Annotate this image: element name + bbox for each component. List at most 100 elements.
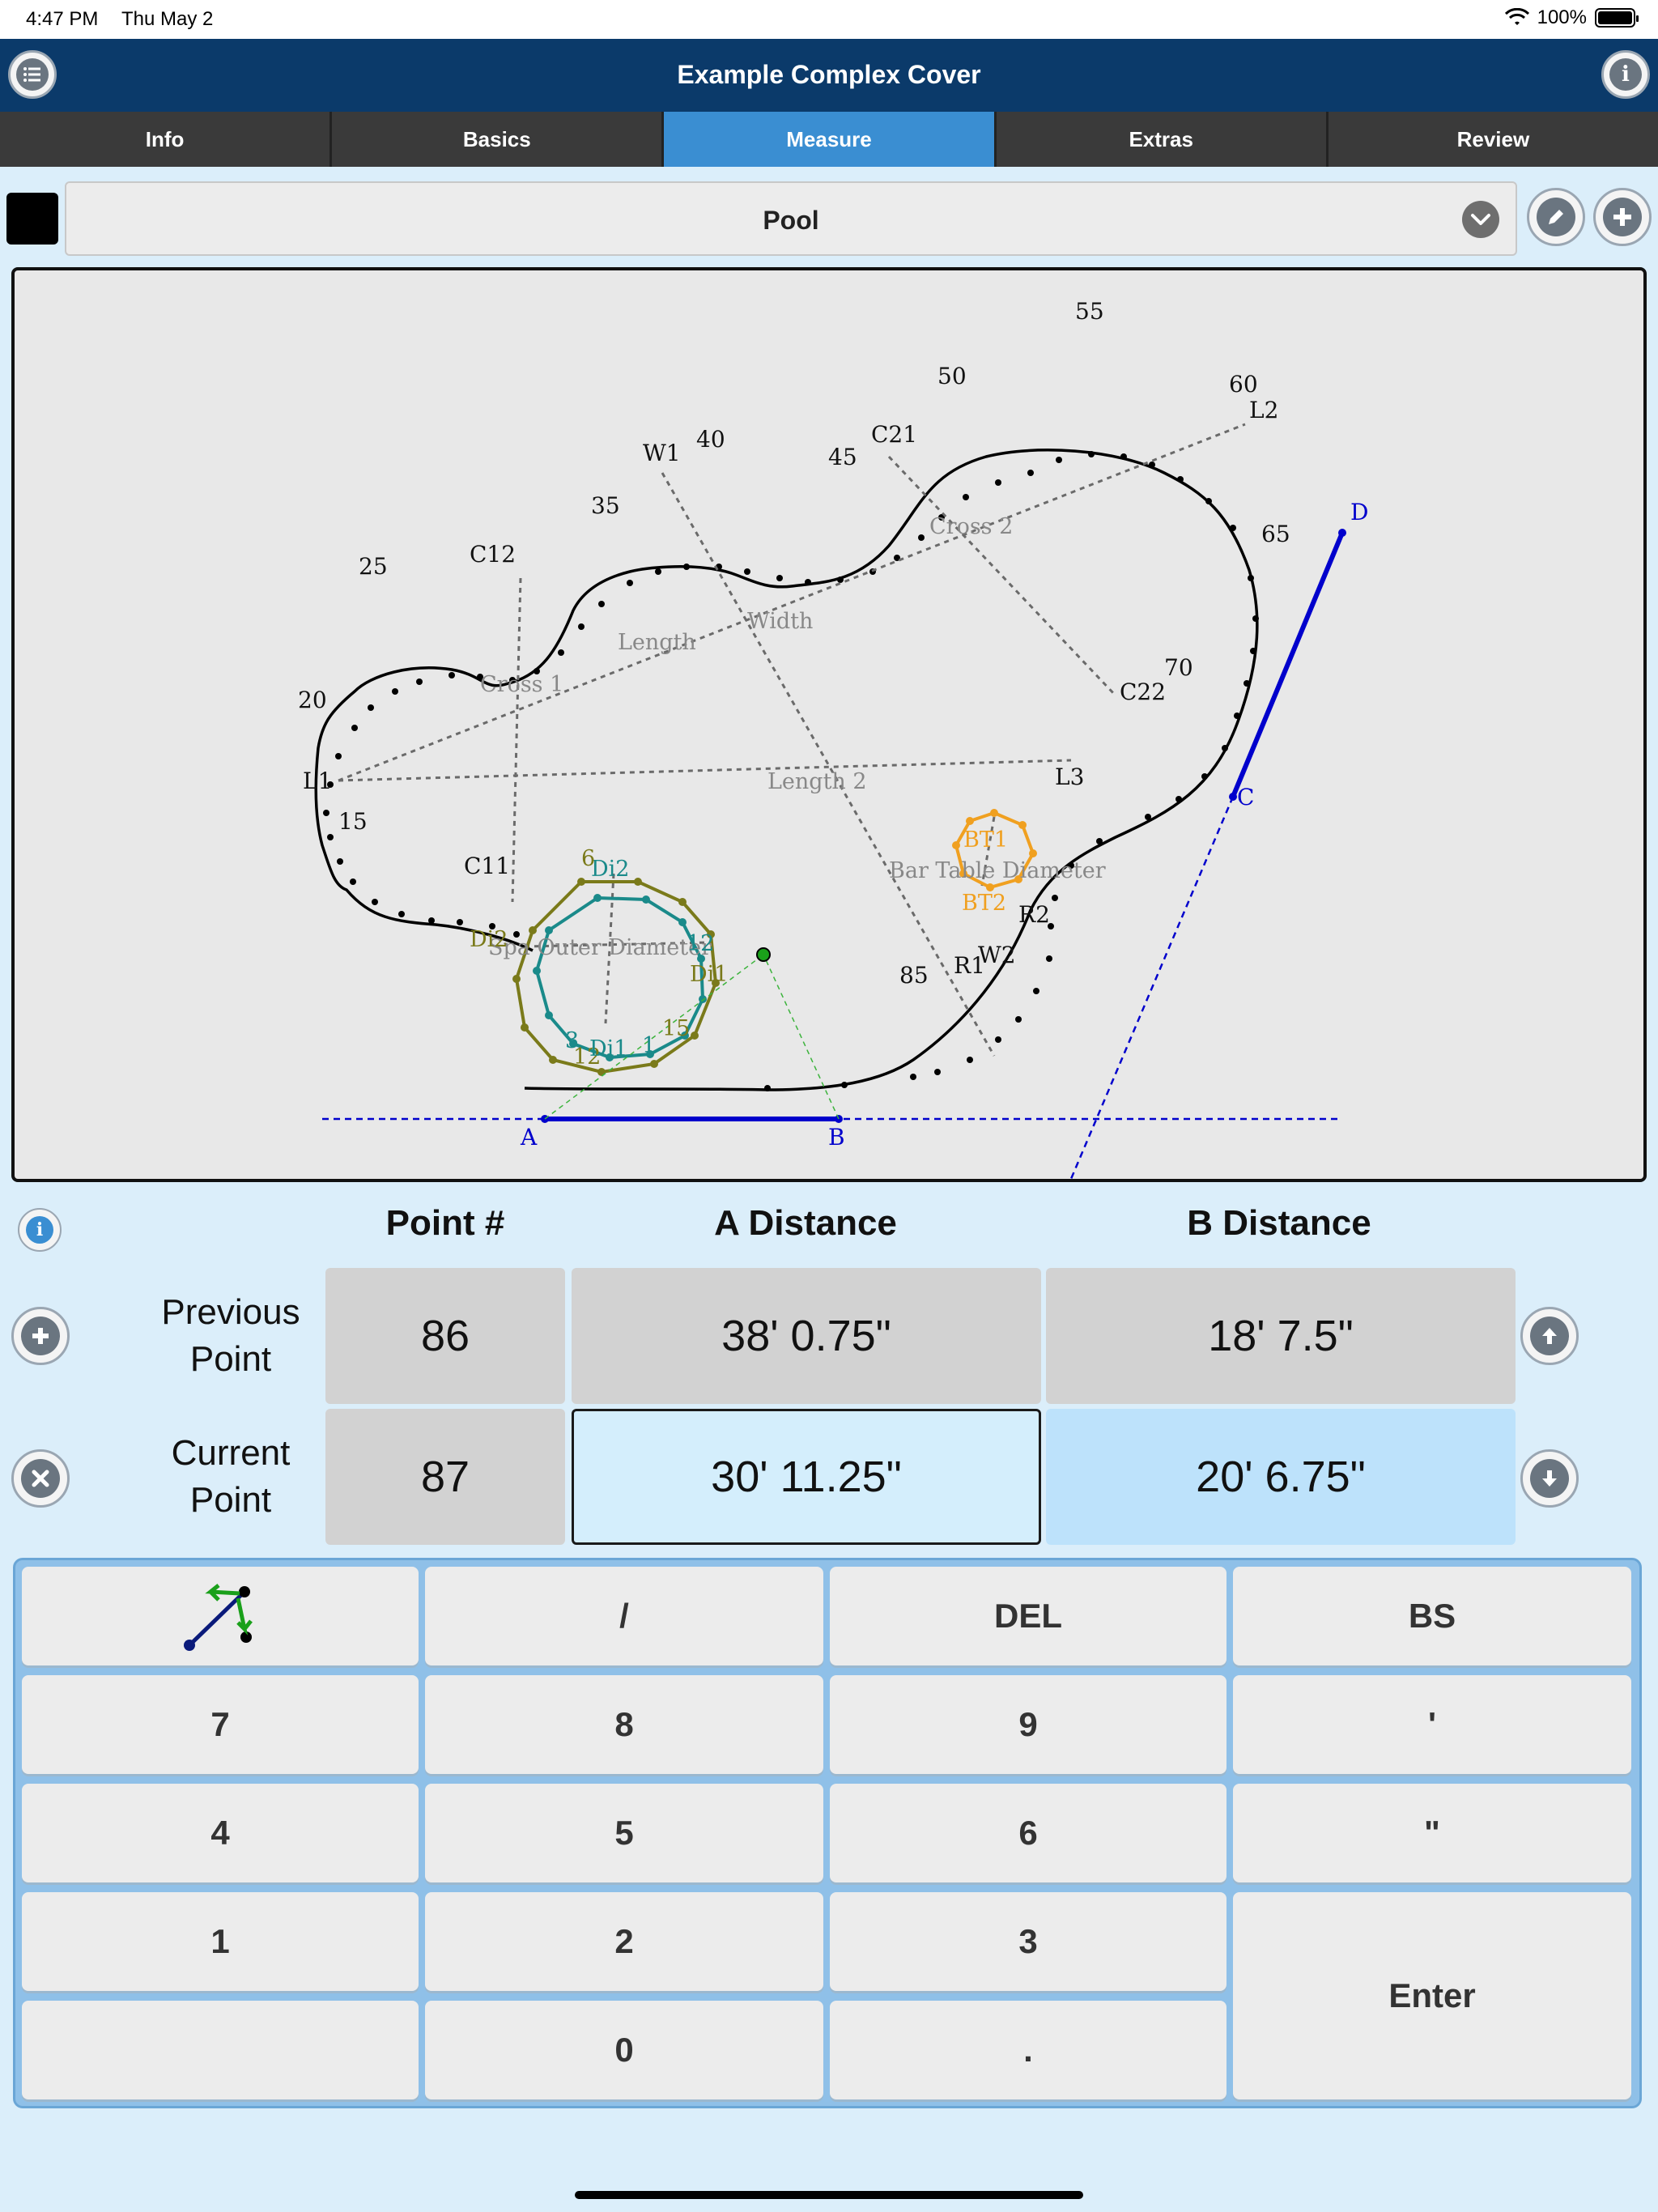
lbl-BT1: BT1: [963, 827, 1008, 853]
lbl-C12: C12: [470, 541, 516, 568]
lbl-cross1: Cross 1: [480, 672, 563, 697]
triangulation-tool-key[interactable]: [22, 1567, 419, 1665]
lbl-Di1-outer: Di1: [690, 962, 728, 987]
key-2[interactable]: 2: [425, 1892, 823, 1991]
enter-key[interactable]: Enter: [1233, 1892, 1631, 2099]
lbl-6: 6: [581, 846, 595, 871]
add-layer-button[interactable]: [1593, 188, 1652, 246]
previous-a-distance: 38' 0.75": [572, 1268, 1041, 1404]
lbl-1: 1: [642, 1033, 656, 1058]
add-point-button[interactable]: [11, 1307, 70, 1365]
lbl-Di1-inner: Di1: [589, 1036, 627, 1061]
lbl-L2: L2: [1249, 397, 1278, 423]
tab-bar: Info Basics Measure Extras Review: [0, 112, 1658, 167]
measurement-lines: [338, 423, 1246, 1057]
lbl-60: 60: [1229, 371, 1258, 398]
scroll-up-button[interactable]: [1520, 1307, 1579, 1365]
key-5[interactable]: 5: [425, 1784, 823, 1882]
lbl-B: B: [828, 1124, 845, 1151]
lbl-70: 70: [1164, 654, 1193, 681]
home-indicator: [575, 2191, 1083, 2199]
arrow-down-icon: [1530, 1459, 1569, 1498]
lbl-cross2: Cross 2: [929, 514, 1013, 539]
key-6[interactable]: 6: [830, 1784, 1226, 1882]
lbl-length: Length: [618, 630, 696, 655]
wifi-icon: [1504, 8, 1529, 25]
lbl-50: 50: [937, 363, 967, 389]
layer-select[interactable]: Pool: [65, 181, 1517, 256]
battery-icon: [1595, 8, 1639, 28]
lbl-R2: R2: [1018, 901, 1050, 928]
header-point: Point #: [385, 1203, 505, 1243]
backspace-key[interactable]: BS: [1233, 1567, 1631, 1665]
drawing-labels: 55 50 60 L2 C21 45 40 W1 35 C12 25 65 20…: [298, 298, 1368, 1151]
lbl-45: 45: [828, 444, 857, 470]
pencil-icon: [1537, 198, 1575, 236]
header-b-distance: B Distance: [1187, 1203, 1371, 1243]
plus-icon: [1603, 198, 1642, 236]
lbl-D: D: [1350, 499, 1368, 525]
lbl-85: 85: [899, 962, 929, 989]
status-time: 4:47 PM: [26, 8, 99, 30]
lbl-40: 40: [696, 426, 725, 453]
lbl-C: C: [1237, 784, 1254, 810]
status-bar: 4:47 PM Thu May 2 100%: [0, 0, 1658, 39]
numeric-keypad: / DEL BS 7 8 9 ' 4 5 6 " 1 2 3 Enter 0 .: [13, 1558, 1642, 2108]
key-8[interactable]: 8: [425, 1675, 823, 1774]
previous-point-number: 86: [325, 1268, 565, 1404]
layer-select-value: Pool: [763, 206, 819, 235]
measurement-labels: Cross 2 Width Length Cross 1 Length 2 Ba…: [480, 514, 1106, 960]
arrow-up-icon: [1530, 1317, 1569, 1355]
lbl-C22: C22: [1120, 678, 1166, 705]
previous-b-distance: 18' 7.5": [1046, 1268, 1516, 1404]
previous-point-label: Previous Point: [161, 1292, 300, 1379]
lbl-C11: C11: [464, 853, 510, 879]
key-3[interactable]: 3: [830, 1892, 1226, 1991]
close-icon: [21, 1459, 60, 1498]
decimal-key[interactable]: .: [830, 2001, 1226, 2099]
key-7[interactable]: 7: [22, 1675, 419, 1774]
triangulation-icon: [184, 1584, 253, 1651]
slash-key[interactable]: /: [425, 1567, 823, 1665]
lbl-C21: C21: [871, 421, 917, 448]
current-point-marker: [756, 947, 771, 962]
chevron-down-icon: [1462, 201, 1499, 238]
pool-drawing: 55 50 60 L2 C21 45 40 W1 35 C12 25 65 20…: [298, 298, 1368, 1179]
edit-layer-button[interactable]: [1527, 188, 1585, 246]
cd-extension: [1069, 796, 1235, 1179]
current-point-number: 87: [325, 1409, 565, 1545]
tab-measure[interactable]: Measure: [664, 112, 997, 167]
plus-icon: [21, 1317, 60, 1355]
tab-info[interactable]: Info: [0, 112, 333, 167]
current-a-distance-field[interactable]: 30' 11.25": [572, 1409, 1041, 1545]
delete-point-button[interactable]: [11, 1449, 70, 1508]
current-point-label: Current Point: [171, 1433, 291, 1520]
page-title: Example Complex Cover: [677, 60, 981, 89]
drawing-canvas[interactable]: 55 50 60 L2 C21 45 40 W1 35 C12 25 65 20…: [11, 267, 1647, 1182]
lbl-spa-diameter: Spa Outer Diameter: [488, 935, 712, 960]
del-key[interactable]: DEL: [830, 1567, 1226, 1665]
battery-percent: 100%: [1537, 6, 1587, 28]
tab-extras[interactable]: Extras: [996, 112, 1329, 167]
lbl-35: 35: [591, 492, 620, 519]
header-a-distance: A Distance: [714, 1203, 897, 1243]
current-b-distance-field[interactable]: 20' 6.75": [1046, 1409, 1516, 1545]
tab-review[interactable]: Review: [1328, 112, 1658, 167]
lbl-R1: R1: [954, 952, 985, 979]
lbl-width: Width: [747, 609, 813, 634]
inches-key[interactable]: ": [1233, 1784, 1631, 1882]
scroll-down-button[interactable]: [1520, 1449, 1579, 1508]
layer-color-swatch[interactable]: [6, 193, 58, 245]
measure-info-button[interactable]: i: [18, 1208, 62, 1252]
key-1[interactable]: 1: [22, 1892, 419, 1991]
info-button[interactable]: i: [1601, 50, 1650, 99]
key-9[interactable]: 9: [830, 1675, 1226, 1774]
lbl-L1: L1: [303, 768, 332, 794]
key-0[interactable]: 0: [425, 2001, 823, 2099]
feet-key[interactable]: ': [1233, 1675, 1631, 1774]
lbl-L3: L3: [1055, 764, 1084, 790]
key-4[interactable]: 4: [22, 1784, 419, 1882]
lbl-15: 15: [338, 808, 368, 835]
blank-key[interactable]: [22, 2001, 419, 2099]
tab-basics[interactable]: Basics: [332, 112, 665, 167]
